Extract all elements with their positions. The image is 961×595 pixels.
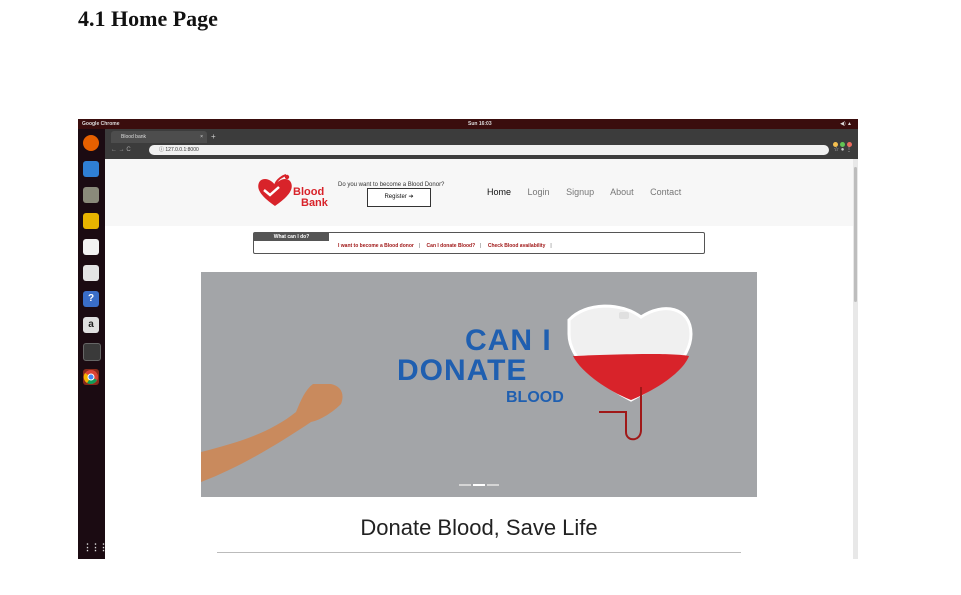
nav-home[interactable]: Home [487,187,511,197]
active-app-name: Google Chrome [82,121,120,127]
software-center-icon[interactable] [83,265,99,281]
carousel-indicators [459,484,499,486]
rhythmbox-icon[interactable] [83,213,99,229]
quick-links-label: What can I do? [254,233,329,241]
nav-signup[interactable]: Signup [566,187,594,197]
site-header: Blood Bank Do you want to become a Blood… [105,159,853,226]
banner-line-1: CAN I [465,324,552,357]
amazon-icon[interactable]: a [83,317,99,333]
quick-links: I want to become a Blood donor | Can I do… [338,242,557,251]
chrome-icon[interactable] [83,369,99,385]
toolbar-icons[interactable]: ☆ ● ⋮ [834,145,852,155]
nav-contact[interactable]: Contact [650,187,681,197]
nav-buttons[interactable]: ← → C [111,145,131,155]
check-availability-link[interactable]: Check Blood availability [488,243,546,249]
page-scrollbar[interactable] [853,159,858,559]
thunderbird-icon[interactable] [83,161,99,177]
close-tab-icon[interactable]: × [200,131,203,143]
divider: | [418,243,421,249]
banner-line-3: BLOOD [506,389,564,406]
can-i-donate-link[interactable]: Can I donate Blood? [427,243,476,249]
nav-about[interactable]: About [610,187,634,197]
apps-grid-icon[interactable]: ⋮⋮⋮ [83,539,108,555]
become-donor-link[interactable]: I want to become a Blood donor [338,243,414,249]
firefox-icon[interactable] [83,135,99,151]
address-bar[interactable]: ⓘ 127.0.0.1:8000 [149,145,829,155]
divider: | [480,243,482,249]
scrollbar-thumb[interactable] [854,167,857,302]
divider: | [550,243,552,249]
main-nav: Home Login Signup About Contact [487,187,695,197]
quick-links-box: What can I do? I want to become a Blood … [253,232,705,254]
system-tray[interactable]: ◀) ▲ [840,119,852,129]
nav-login[interactable]: Login [528,187,550,197]
carousel-indicator[interactable] [487,484,499,486]
logo-wordmark[interactable]: Blood Bank [293,187,328,209]
help-icon[interactable]: ? [83,291,99,307]
terminal-icon[interactable] [83,343,101,361]
hero-carousel[interactable]: CAN I DONATE BLOOD [201,272,757,497]
os-top-bar: Google Chrome Sun 16:03 ◀) ▲ [78,119,858,129]
carousel-indicator[interactable] [459,484,471,486]
logo-line-2: Bank [301,197,328,209]
browser-chrome: Blood bank × + ← → C ⓘ 127.0.0.1:8000 ☆ … [105,129,858,159]
carousel-indicator-active[interactable] [473,484,485,486]
screenshot-frame: Google Chrome Sun 16:03 ◀) ▲ ? a ⋮⋮⋮ Blo… [78,119,858,559]
launcher-dock: ? a ⋮⋮⋮ [78,129,108,559]
files-icon[interactable] [83,187,99,203]
new-tab-button[interactable]: + [211,131,216,143]
document-heading: 4.1 Home Page [78,6,218,31]
register-button[interactable]: Register ➔ [367,188,431,207]
web-page: Blood Bank Do you want to become a Blood… [105,159,853,559]
arrow-right-icon: ➔ [408,194,414,200]
tagline: Donate Blood, Save Life [360,515,598,540]
browser-tab[interactable]: Blood bank × [111,131,207,143]
writer-icon[interactable] [83,239,99,255]
banner-line-2: DONATE [397,354,528,387]
system-clock[interactable]: Sun 16:03 [468,119,492,129]
register-label: Register [384,194,407,200]
divider-line [217,552,741,553]
tab-title: Blood bank [121,134,147,140]
